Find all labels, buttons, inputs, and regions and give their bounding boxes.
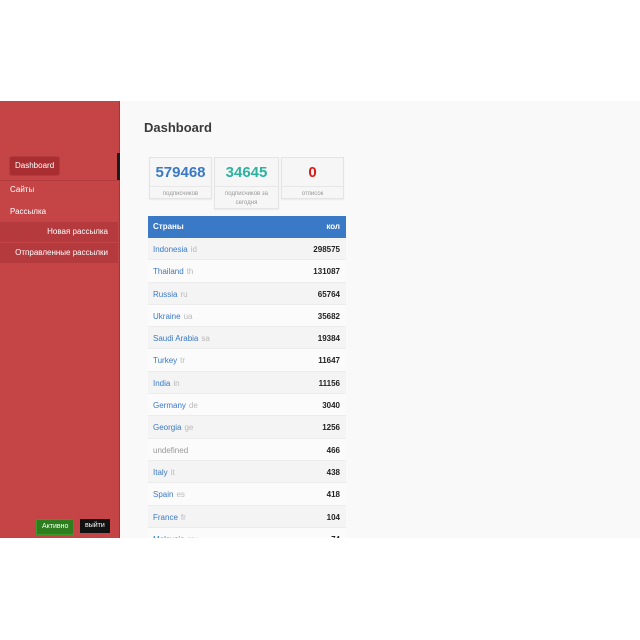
subscriber-count: 1256	[322, 423, 340, 433]
country-code: tr	[180, 356, 186, 366]
stat-label: подписчиков за сегодня	[215, 186, 278, 208]
country-link[interactable]: Saudi Arabia sa	[153, 334, 210, 343]
subscriber-count: 466	[326, 445, 340, 455]
subscriber-count: 11647	[318, 356, 340, 366]
table-row: Russia ru 65764	[148, 282, 346, 305]
table-row: Indonesia id 298575	[148, 238, 346, 261]
table-body: Indonesia id 298575 Thailand th 131087 Russia r…	[148, 238, 346, 538]
subscriber-count: 104	[326, 512, 340, 522]
subscriber-count: 131087	[313, 267, 340, 277]
country-name: Turkey	[153, 356, 178, 366]
countries-table: Страны кол Indonesia id 298575 Thailand th 13…	[148, 216, 346, 538]
sidebar-item-dashboard[interactable]: Dashboard	[10, 157, 60, 175]
country-name: India	[153, 378, 171, 388]
stat-value: 34645	[225, 164, 268, 181]
country-link: undefined	[153, 446, 188, 455]
country-name: France	[153, 512, 178, 522]
country-name: Malaysia	[153, 535, 185, 538]
stat-card-subscribers: 579468 подписчиков	[149, 157, 212, 199]
country-link[interactable]: Indonesia id	[153, 245, 197, 254]
sidebar-subitem-new-mailing[interactable]: Новая рассылка	[0, 222, 118, 242]
country-code: es	[176, 490, 185, 500]
sidebar-item-sites[interactable]: Сайты	[10, 185, 34, 194]
sidebar: Dashboard Сайты Рассылка Новая рассылка …	[0, 101, 120, 538]
country-code: de	[188, 401, 198, 411]
subscriber-count: 298575	[313, 245, 340, 254]
country-link[interactable]: Spain es	[153, 490, 185, 499]
country-name: Spain	[153, 490, 174, 500]
stat-card-today: 34645 подписчиков за сегодня	[214, 157, 279, 209]
table-header: Страны кол	[148, 216, 346, 238]
country-code: ua	[183, 311, 193, 321]
country-code: th	[186, 267, 194, 277]
country-link[interactable]: Thailand th	[153, 267, 193, 276]
subscriber-count: 74	[331, 535, 340, 538]
page-title: Dashboard	[144, 120, 212, 135]
country-name: Ukraine	[153, 311, 181, 321]
country-code: it	[170, 467, 175, 477]
subscriber-count: 19384	[317, 334, 340, 344]
country-name: Russia	[153, 289, 178, 299]
country-code: id	[190, 245, 197, 254]
sidebar-item-mailing[interactable]: Рассылка	[10, 207, 46, 216]
active-marker	[117, 153, 120, 180]
sidebar-subitem-label: Новая рассылка	[47, 227, 108, 236]
table-row: France fr 104	[148, 505, 346, 528]
country-code: sa	[201, 334, 210, 344]
country-link[interactable]: Italy it	[153, 468, 175, 477]
column-header-countries[interactable]: Страны	[153, 216, 184, 238]
app-window: Dashboard Сайты Рассылка Новая рассылка …	[0, 101, 640, 538]
table-row: Ukraine ua 35682	[148, 304, 346, 328]
country-code: my	[188, 535, 199, 538]
table-row: Malaysiamy 74	[148, 527, 346, 538]
country-link[interactable]: Malaysiamy	[153, 535, 198, 538]
country-link[interactable]: France fr	[153, 513, 186, 522]
subscriber-count: 11156	[318, 378, 340, 388]
subscriber-count: 438	[326, 467, 340, 477]
table-row: undefined 466	[148, 438, 346, 461]
status-badge: Активно	[36, 519, 75, 535]
column-header-count[interactable]: кол	[326, 216, 340, 238]
country-code: ru	[180, 289, 188, 299]
country-link[interactable]: India in	[153, 379, 180, 388]
table-row: Italy it 438	[148, 460, 346, 484]
table-row: Germany de 3040	[148, 394, 346, 417]
sidebar-subitem-label: Отправленные рассылки	[15, 248, 108, 257]
country-link[interactable]: Turkey tr	[153, 356, 185, 365]
country-name: Indonesia	[153, 245, 188, 254]
country-link[interactable]: Georgia ge	[153, 423, 193, 432]
country-name: Saudi Arabia	[153, 334, 199, 344]
stat-value: 0	[308, 164, 317, 181]
country-name: Germany	[153, 401, 186, 411]
country-link[interactable]: Russia ru	[153, 290, 188, 299]
country-name: Italy	[153, 467, 168, 477]
country-name: Georgia	[153, 423, 182, 433]
subscriber-count: 35682	[317, 311, 340, 321]
table-row: India in 11156	[148, 371, 346, 395]
country-code: fr	[180, 512, 186, 522]
country-link[interactable]: Germany de	[153, 401, 198, 410]
logout-button[interactable]: выйти	[80, 519, 110, 533]
table-row: Georgia ge 1256	[148, 416, 346, 439]
table-row: Thailand th 131087	[148, 260, 346, 283]
stat-value: 579468	[155, 164, 206, 181]
stat-label: подписчиков	[150, 186, 211, 199]
subscriber-count: 65764	[317, 289, 340, 299]
stat-label: отписок	[282, 186, 343, 199]
table-row: Turkey tr 11647	[148, 349, 346, 372]
stat-card-unsubscribes: 0 отписок	[281, 157, 344, 199]
country-link[interactable]: Ukraine ua	[153, 312, 192, 321]
country-code: in	[173, 378, 180, 388]
table-row: Spain es 418	[148, 483, 346, 506]
country-name: undefined	[153, 445, 189, 455]
country-name: Thailand	[153, 267, 184, 277]
country-code: ge	[184, 423, 194, 433]
subscriber-count: 418	[326, 490, 340, 500]
subscriber-count: 3040	[322, 401, 340, 411]
table-row: Saudi Arabia sa 19384	[148, 327, 346, 350]
sidebar-subitem-sent-mailings[interactable]: Отправленные рассылки	[0, 243, 118, 263]
